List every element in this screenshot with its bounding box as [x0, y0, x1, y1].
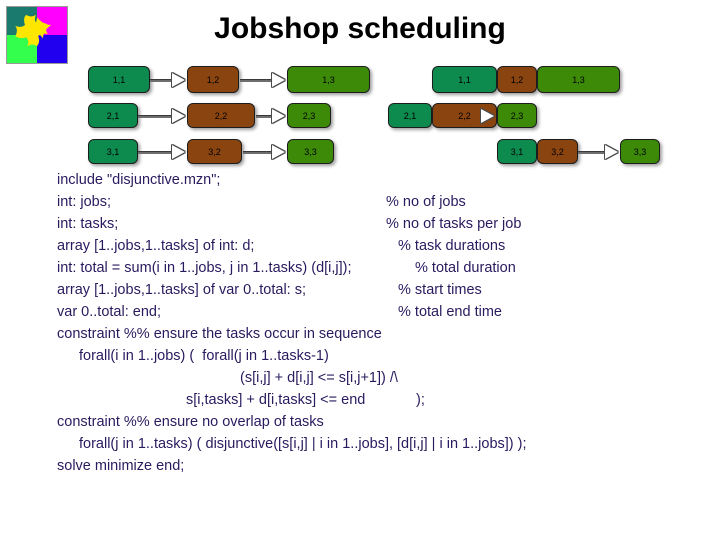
code-line: (s[i,j] + d[i,j] <= s[i,j+1]) /\ [240, 370, 398, 386]
schedule-task-node: 3,3 [620, 139, 660, 164]
arrow-shaft [243, 151, 272, 154]
precedence-task-node: 1,1 [88, 66, 150, 93]
code-line: int: jobs; [57, 194, 111, 210]
schedule-task-node: 2,1 [388, 103, 432, 128]
code-line: array [1..jobs,1..tasks] of int: d; [57, 238, 255, 254]
task-node-label: 1,3 [572, 74, 585, 85]
task-node-label: 2,2 [214, 110, 228, 121]
arrow-head [605, 145, 618, 159]
code-line: constraint %% ensure no overlap of tasks [57, 414, 324, 430]
code-line: % total duration [415, 260, 516, 276]
code-line: var 0..total: end; [57, 304, 161, 320]
code-line: constraint %% ensure the tasks occur in … [57, 326, 382, 342]
precedence-precedence-arrow-icon [240, 73, 285, 87]
arrow-head [172, 145, 185, 159]
precedence-task-node: 3,3 [287, 139, 334, 164]
task-node-label: 3,3 [304, 146, 317, 157]
precedence-task-node: 3,1 [88, 139, 138, 164]
code-line: int: total = sum(i in 1..jobs, j in 1..t… [57, 260, 352, 276]
slide-canvas: Jobshop scheduling include "disjunctive.… [0, 0, 720, 540]
task-node-label: 2,1 [403, 110, 417, 121]
code-line: forall(j in 1..tasks) ( disjunctive([s[i… [79, 436, 527, 452]
code-line: % total end time [398, 304, 502, 320]
code-line: ); [416, 392, 425, 408]
task-node-label: 1,2 [206, 74, 220, 85]
code-line: int: tasks; [57, 216, 119, 232]
schedule-task-node: 1,3 [537, 66, 620, 93]
task-node-label: 3,1 [106, 146, 120, 157]
precedence-task-node: 1,3 [287, 66, 370, 93]
arrow-head [172, 109, 185, 123]
code-line: forall(i in 1..jobs) ( forall(j in 1..ta… [79, 348, 329, 364]
task-node-label: 1,3 [322, 74, 335, 85]
code-line: % start times [398, 282, 482, 298]
task-node-label: 2,2 [458, 110, 471, 121]
arrow-shaft [578, 151, 605, 154]
code-line: solve minimize end; [57, 458, 185, 474]
task-node-label: 2,1 [106, 110, 120, 121]
schedule-task-node: 3,1 [497, 139, 537, 164]
schedule-task-node: 3,2 [537, 139, 578, 164]
code-line: s[i,tasks] + d[i,tasks] <= end [186, 392, 366, 408]
task-node-label: 3,3 [633, 146, 647, 157]
page-title: Jobshop scheduling [214, 12, 506, 45]
minizinc-code-block: include "disjunctive.mzn"; int: jobs; % no… [0, 172, 720, 502]
task-node-label: 2,3 [302, 110, 316, 121]
arrow-shaft [256, 115, 272, 118]
precedence-precedence-arrow-icon [256, 109, 285, 123]
task-node-label: 2,3 [510, 110, 524, 121]
precedence-task-node: 3,2 [187, 139, 242, 164]
task-node-label: 3,1 [510, 146, 524, 157]
precedence-task-node: 2,2 [187, 103, 255, 128]
arrow-head [272, 73, 285, 87]
precedence-precedence-arrow-icon [150, 73, 185, 87]
precedence-task-node: 2,1 [88, 103, 138, 128]
precedence-task-node: 1,2 [187, 66, 239, 93]
code-line: % task durations [398, 238, 506, 254]
code-line: array [1..jobs,1..tasks] of var 0..total… [57, 282, 307, 298]
arrow-head [481, 109, 494, 123]
task-node-label: 3,2 [208, 146, 221, 157]
code-line: % no of jobs [386, 194, 466, 210]
code-line: % no of tasks per job [386, 216, 522, 232]
arrow-head [172, 73, 185, 87]
arrow-shaft [240, 79, 272, 82]
schedule-task-node: 1,1 [432, 66, 497, 93]
arrow-head [272, 145, 285, 159]
precedence-precedence-arrow-icon [138, 145, 185, 159]
arrow-shaft [138, 151, 172, 154]
schedule-precedence-arrow-icon [480, 109, 494, 123]
code-line: include "disjunctive.mzn"; [57, 172, 221, 188]
schedule-precedence-arrow-icon [578, 145, 618, 159]
task-node-label: 3,2 [551, 146, 564, 157]
task-node-label: 1,1 [112, 74, 126, 85]
precedence-precedence-arrow-icon [243, 145, 285, 159]
arrow-head [272, 109, 285, 123]
task-node-label: 1,1 [458, 74, 471, 85]
precedence-precedence-arrow-icon [138, 109, 185, 123]
arrow-shaft [150, 79, 172, 82]
precedence-task-node: 2,3 [287, 103, 331, 128]
schedule-task-node: 2,3 [497, 103, 537, 128]
schedule-task-node: 1,2 [497, 66, 537, 93]
arrow-shaft [138, 115, 172, 118]
task-node-label: 1,2 [510, 74, 524, 85]
